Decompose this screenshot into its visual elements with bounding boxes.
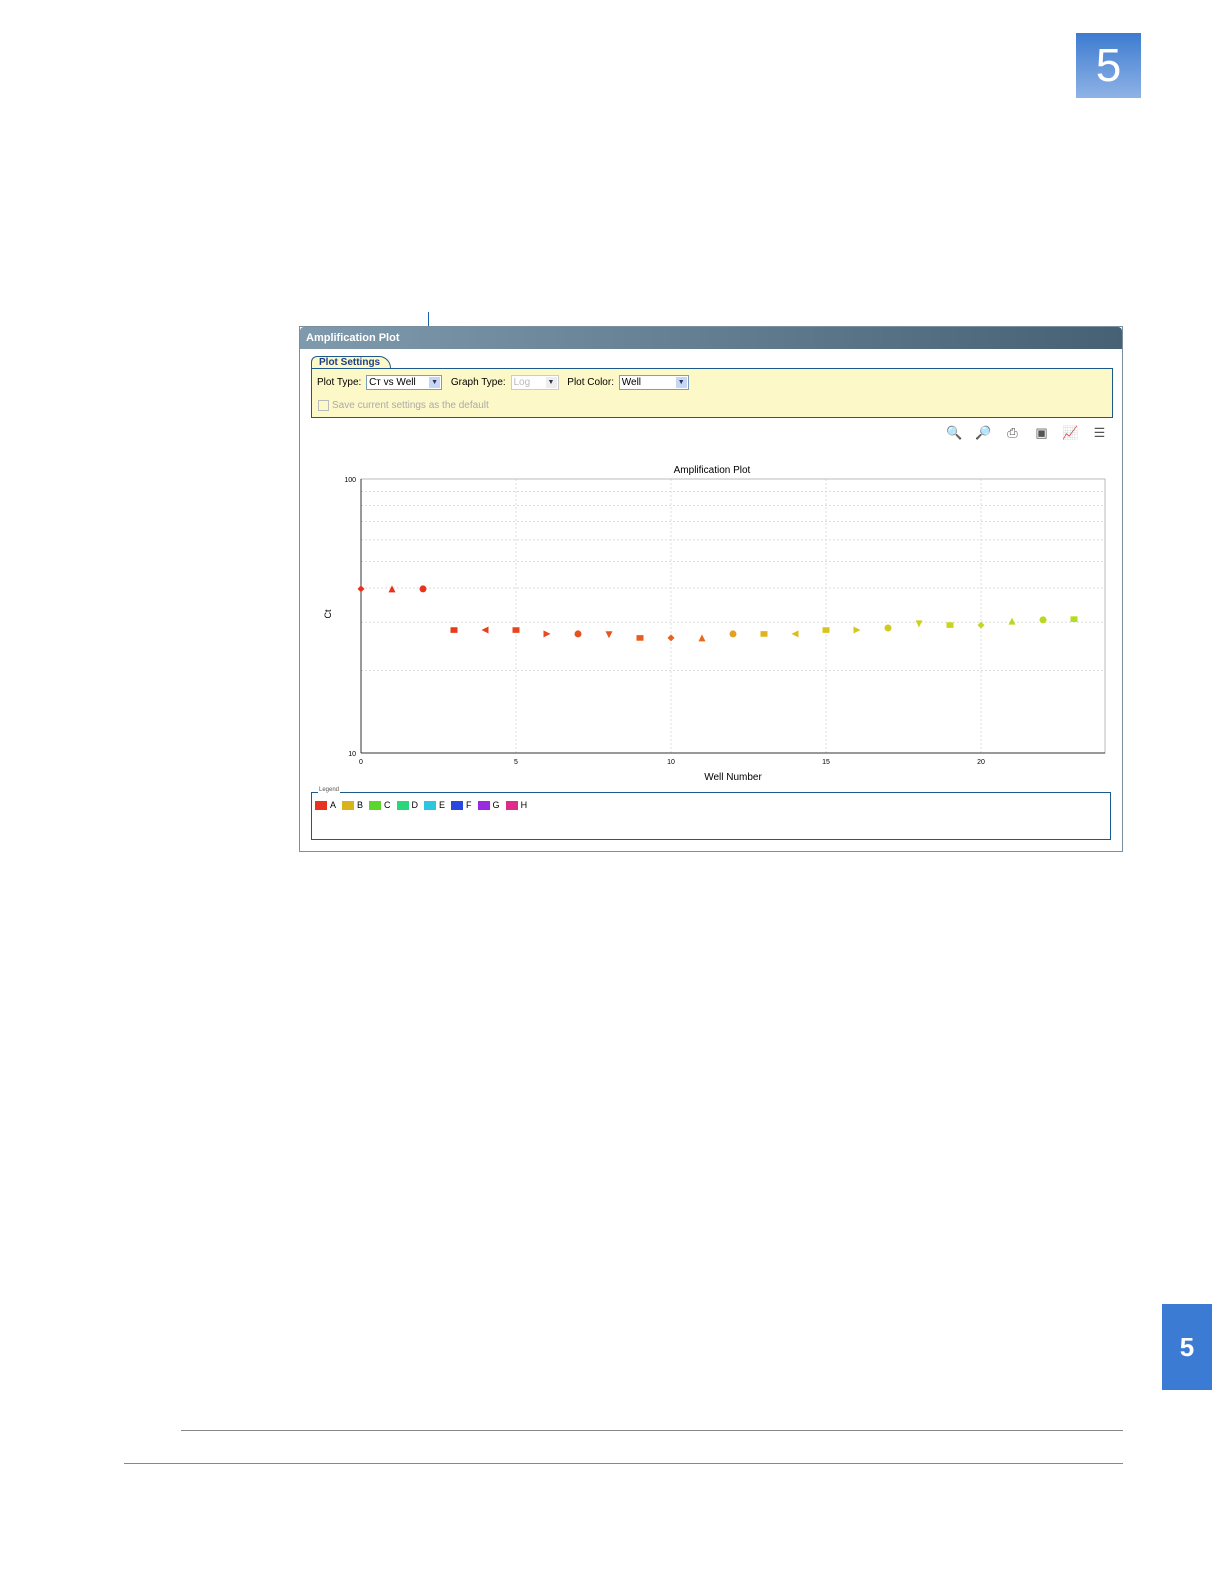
data-point (543, 630, 551, 638)
data-point (884, 624, 892, 632)
y-tick-label: 10 (348, 751, 356, 758)
graph-type-value: Log (513, 377, 531, 388)
data-point (667, 634, 675, 642)
data-point (698, 634, 706, 642)
chapter-number: 5 (1076, 33, 1141, 98)
data-point (1070, 616, 1078, 622)
y-tick-label: 100 (344, 477, 356, 484)
legend-item: H (505, 800, 528, 810)
data-point (605, 631, 613, 639)
plot-type-value: Cт vs Well (369, 377, 416, 388)
x-axis-label: Well Number (704, 772, 762, 783)
legend-swatch (505, 800, 518, 810)
data-point (791, 630, 799, 638)
plot-properties-icon[interactable]: 📈 (1062, 425, 1079, 442)
legend-swatch (342, 800, 355, 810)
x-tick-label: 10 (667, 759, 675, 766)
chevron-down-icon[interactable]: ▼ (675, 377, 687, 388)
legend-swatch (477, 800, 490, 810)
legend-label: C (384, 800, 391, 810)
window-title: Amplification Plot (300, 327, 1122, 349)
legend-swatch (369, 800, 382, 810)
y-axis-label: Ct (323, 609, 333, 618)
data-point (853, 626, 861, 634)
legend-swatch (451, 800, 464, 810)
chapter-side-tab: 5 (1162, 1304, 1212, 1390)
legend-label: H (520, 800, 528, 810)
plot-color-label: Plot Color: (567, 377, 614, 389)
data-point (636, 635, 644, 641)
legend-swatch (396, 800, 409, 810)
data-point (915, 620, 923, 628)
legend-label: B (357, 800, 364, 810)
legend-item: F (451, 800, 472, 810)
chart-title: Amplification Plot (674, 465, 751, 476)
legend-item: D (396, 800, 419, 810)
print-icon[interactable]: ⎙ (1004, 425, 1021, 442)
legend-item: A (315, 800, 336, 810)
graph-type-label: Graph Type: (450, 377, 506, 389)
legend-icon[interactable]: ☰ (1091, 425, 1108, 442)
legend-label: A (330, 800, 337, 810)
amplification-chart: Amplification Plot Well Number Ct 0 5 10 15… (323, 465, 1106, 783)
legend-swatch (315, 800, 327, 810)
legend-label: E (439, 800, 446, 810)
legend-swatch (424, 800, 437, 810)
x-tick-label: 20 (977, 759, 985, 766)
graph-type-select: Log ▼ (510, 375, 559, 390)
plot-color-select[interactable]: Well ▼ (618, 375, 689, 390)
chevron-down-icon[interactable]: ▼ (429, 377, 441, 388)
amplification-plot-window: Amplification Plot Plot Settings Plot Ty… (299, 326, 1123, 852)
zoom-out-icon[interactable]: 🔎 (975, 425, 992, 442)
data-point (481, 626, 489, 634)
plot-settings-panel: Plot Type: Cт vs Well ▼ Graph Type: Log ▼ … (311, 368, 1113, 418)
legend-label: G (492, 800, 500, 810)
x-tick-label: 0 (359, 759, 363, 766)
save-image-icon[interactable]: ▣ (1033, 425, 1050, 442)
legend-box: Legend A B C D E F G H (311, 787, 1111, 840)
data-point (1039, 616, 1047, 624)
footer-rule (124, 1463, 1123, 1464)
plot-color-value: Well (621, 377, 642, 388)
plot-toolbar: 🔍 🔎 ⎙ ▣ 📈 ☰ (946, 425, 1108, 442)
data-point (760, 631, 768, 637)
save-default-label: Save current settings as the default (332, 400, 489, 412)
data-point (357, 585, 365, 593)
plot-type-label: Plot Type: (317, 377, 362, 389)
data-point (574, 630, 582, 638)
data-point (729, 630, 737, 638)
data-point (450, 627, 458, 633)
legend-label: F (466, 800, 472, 810)
chevron-down-icon: ▼ (545, 377, 557, 388)
plot-area (360, 478, 1106, 754)
data-point (512, 627, 520, 633)
data-point (1008, 617, 1016, 625)
data-point (946, 622, 954, 628)
data-point (419, 585, 427, 593)
save-default-checkbox[interactable] (318, 400, 329, 411)
x-tick-label: 15 (822, 759, 830, 766)
footer-rule (181, 1430, 1123, 1431)
legend-item: G (477, 800, 500, 810)
legend-item: B (342, 800, 363, 810)
legend-item: C (369, 800, 391, 810)
data-point (388, 585, 396, 593)
legend-label: D (411, 800, 419, 810)
legend-title: Legend (318, 787, 341, 793)
data-point (822, 627, 830, 633)
plot-type-select[interactable]: Cт vs Well ▼ (366, 375, 443, 390)
zoom-in-icon[interactable]: 🔍 (946, 425, 963, 442)
legend-item: E (424, 800, 445, 810)
x-tick-label: 5 (514, 759, 518, 766)
